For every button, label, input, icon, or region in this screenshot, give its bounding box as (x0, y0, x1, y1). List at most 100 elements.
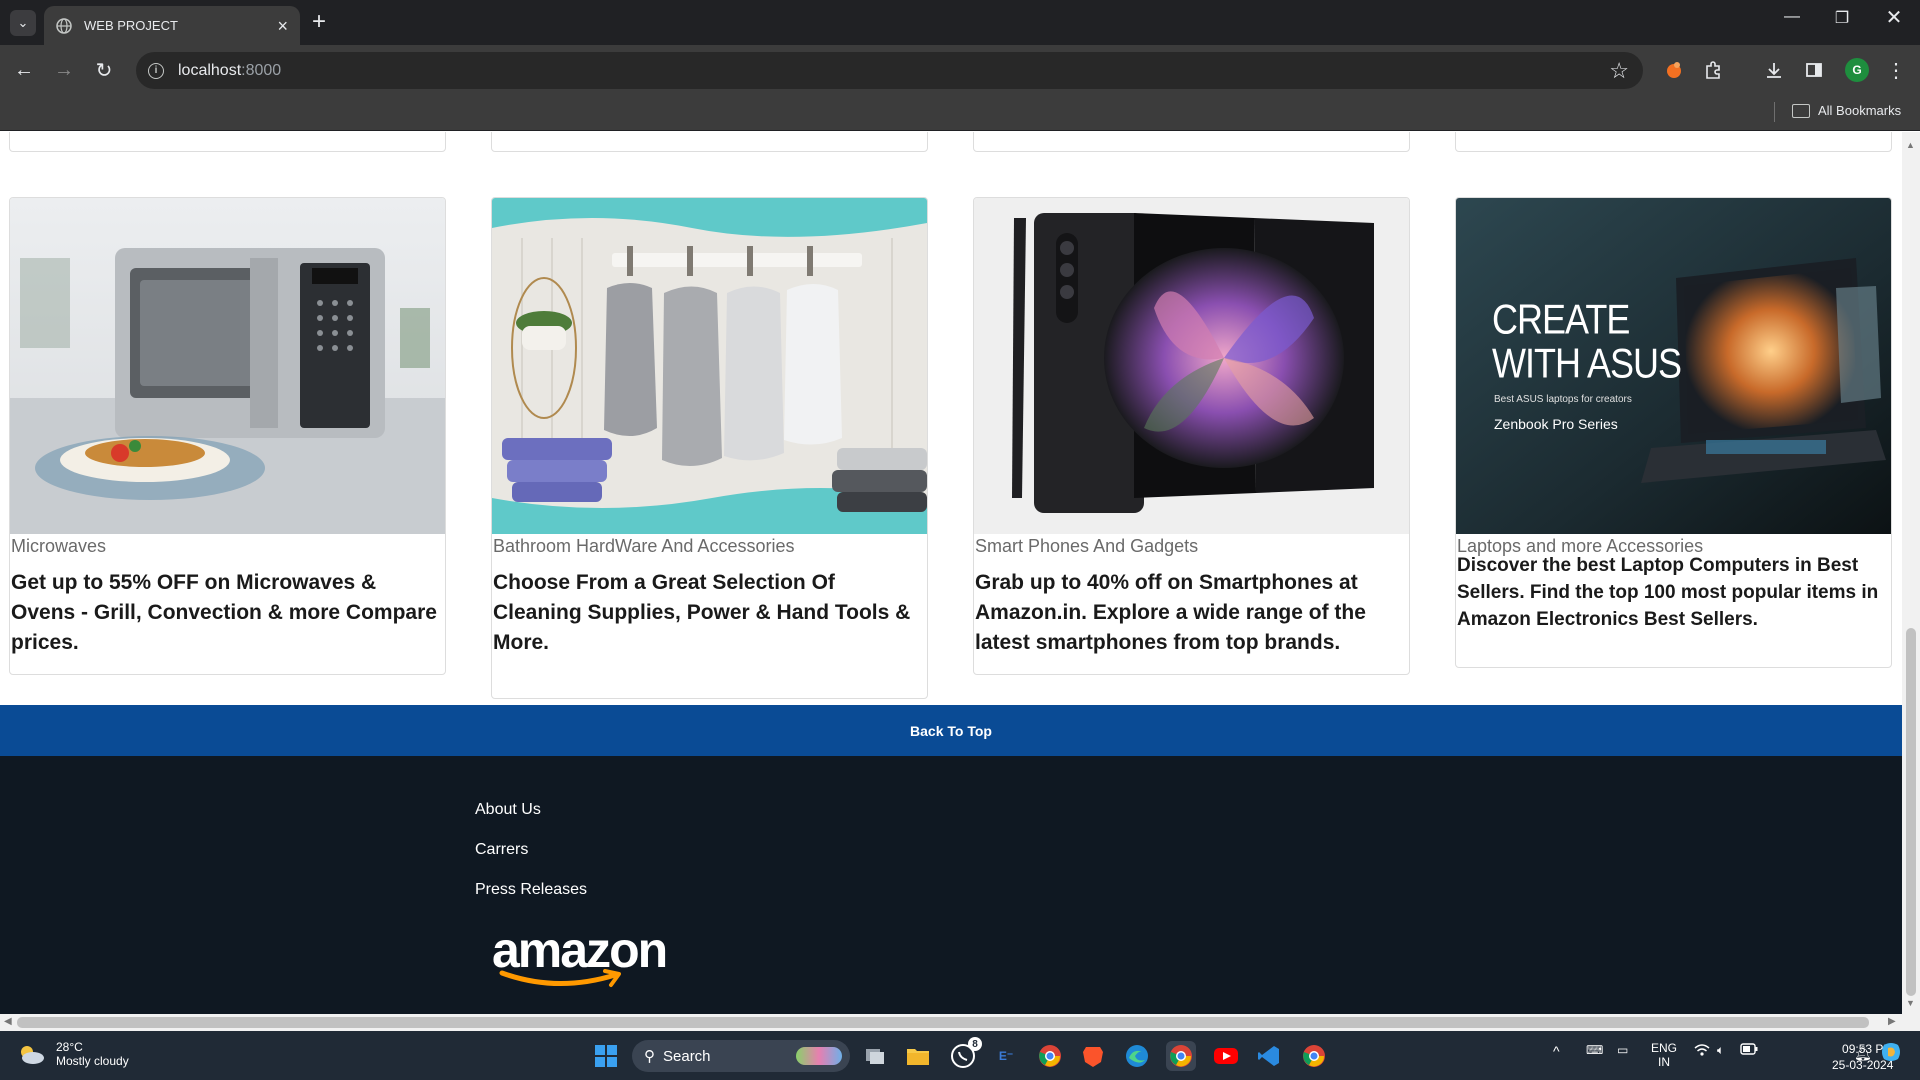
whatsapp-badge: 8 (968, 1037, 982, 1051)
footer: About Us Carrers Press Releases amazon (0, 756, 1902, 1014)
url-host: localhost (178, 61, 242, 79)
page-viewport: Microwaves Get up to 55% OFF on Microwav… (0, 132, 1902, 1014)
asus-laptop-image: CREATE WITH ASUS Best ASUS laptops for c… (1456, 198, 1891, 534)
product-description: Choose From a Great Selection Of Cleanin… (493, 571, 911, 654)
asus-subtitle: Best ASUS laptops for creators (1494, 394, 1632, 405)
profile-avatar[interactable]: G (1845, 58, 1869, 82)
foldable-phone-image (974, 198, 1409, 534)
youtube-icon[interactable] (1211, 1041, 1241, 1071)
all-bookmarks-label: All Bookmarks (1818, 103, 1902, 118)
outlook-icon[interactable]: E⁻ (991, 1041, 1021, 1071)
new-tab-button[interactable]: + (312, 9, 326, 35)
asus-headline-1: CREATE (1492, 295, 1630, 343)
copilot-icon[interactable] (1880, 1041, 1902, 1066)
previous-card (9, 132, 446, 152)
product-description: Get up to 55% OFF on Microwaves & Ovens … (11, 571, 437, 654)
tab-search-button[interactable]: ⌄ (10, 10, 36, 36)
browser-tab[interactable]: WEB PROJECT × (44, 6, 300, 45)
chrome-active-icon[interactable] (1166, 1041, 1196, 1071)
edge-icon[interactable] (1122, 1041, 1152, 1071)
download-icon[interactable] (1761, 57, 1787, 83)
scroll-up-icon[interactable]: ▲ (1906, 140, 1915, 150)
volume-icon[interactable]: 🔈︎ (1717, 1043, 1724, 1058)
side-panel-icon[interactable] (1801, 57, 1827, 83)
previous-card (973, 132, 1410, 152)
product-card-bathroom[interactable]: Bathroom HardWare And Accessories Choose… (491, 197, 928, 699)
cloudy-weather-icon (21, 1046, 44, 1064)
tab-strip: ⌄ WEB PROJECT × + — ❐ ✕ (0, 0, 1920, 45)
close-tab-icon[interactable]: × (277, 17, 288, 35)
microwave-image (10, 198, 445, 534)
all-bookmarks-button[interactable]: All Bookmarks (1792, 103, 1901, 118)
site-info-icon[interactable]: i (148, 62, 164, 79)
weather-condition: Mostly cloudy (56, 1054, 129, 1068)
footer-link-about-us[interactable]: About Us (475, 801, 541, 819)
task-view-icon[interactable] (860, 1041, 890, 1071)
vscode-icon[interactable] (1254, 1041, 1284, 1071)
footer-link-carrers[interactable]: Carrers (475, 841, 528, 859)
forward-button[interactable]: → (51, 57, 77, 83)
product-card-microwaves[interactable]: Microwaves Get up to 55% OFF on Microwav… (9, 197, 446, 675)
whatsapp-icon[interactable]: 8 (948, 1037, 982, 1071)
windows-taskbar: 28°C Mostly cloudy ⚲ Search 8 E⁻ ^ ⌨ ▭ E… (0, 1031, 1920, 1080)
battery-icon[interactable] (1740, 1043, 1758, 1058)
reload-button[interactable]: ↻ (91, 57, 117, 83)
product-card-laptops[interactable]: CREATE WITH ASUS Best ASUS laptops for c… (1455, 197, 1892, 668)
close-window-button[interactable]: ✕ (1879, 5, 1909, 30)
amazon-smile-icon (499, 969, 621, 987)
weather-widget[interactable]: 28°C Mostly cloudy (16, 1040, 129, 1068)
product-description: Discover the best Laptop Computers in Be… (1457, 555, 1879, 630)
keyboard-icon[interactable]: ⌨ (1586, 1043, 1603, 1057)
previous-card (1455, 132, 1892, 152)
scroll-right-icon[interactable]: ▶ (1888, 1016, 1896, 1027)
scroll-down-icon[interactable]: ▼ (1906, 998, 1915, 1008)
restore-button[interactable]: ❐ (1827, 8, 1857, 28)
url-port: :8000 (241, 61, 282, 79)
taskbar-search-label: Search (663, 1047, 711, 1065)
search-highlight-icon (796, 1047, 842, 1065)
bookmarks-separator (1774, 102, 1775, 122)
back-button[interactable]: ← (11, 57, 37, 83)
wifi-icon[interactable] (1694, 1043, 1710, 1060)
horizontal-scrollbar[interactable]: ◀ ▶ (0, 1014, 1920, 1031)
notification-bell-icon[interactable]: 🔔︎ (1854, 1045, 1872, 1062)
brave-icon[interactable] (1078, 1041, 1108, 1071)
address-bar[interactable]: i localhost :8000 ☆ (136, 52, 1643, 89)
extension-icon[interactable] (1661, 57, 1687, 83)
extensions-puzzle-icon[interactable] (1701, 57, 1727, 83)
previous-card (491, 132, 928, 152)
chrome-icon[interactable] (1035, 1041, 1065, 1071)
amazon-logo[interactable]: amazon (17, 924, 668, 987)
taskbar-search[interactable]: ⚲ Search (632, 1040, 850, 1072)
horizontal-scroll-thumb[interactable] (17, 1017, 1869, 1028)
display-icon[interactable]: ▭ (1617, 1043, 1628, 1057)
folder-icon (1792, 103, 1810, 118)
chevron-up-icon[interactable]: ^ (1553, 1043, 1560, 1059)
product-description: Grab up to 40% off on Smartphones at Ama… (975, 571, 1366, 654)
vertical-scroll-thumb[interactable] (1906, 628, 1916, 996)
chevron-down-icon: ⌄ (17, 15, 29, 30)
tab-title: WEB PROJECT (84, 18, 178, 33)
file-explorer-icon[interactable] (903, 1041, 933, 1071)
region-code: IN (1658, 1055, 1670, 1069)
chrome-profile-icon[interactable] (1299, 1041, 1329, 1071)
windows-start-icon[interactable] (591, 1041, 621, 1071)
product-category: Microwaves (11, 536, 107, 556)
scroll-left-icon[interactable]: ◀ (4, 1016, 12, 1027)
weather-temperature: 28°C (56, 1040, 83, 1054)
vertical-scrollbar[interactable]: ▲ ▼ (1902, 132, 1920, 1014)
product-card-smartphones[interactable]: Smart Phones And Gadgets Grab up to 40% … (973, 197, 1410, 675)
globe-icon (56, 17, 72, 34)
bathroom-towels-image (492, 198, 927, 534)
footer-link-press-releases[interactable]: Press Releases (475, 881, 587, 899)
bookmark-star-icon[interactable]: ☆ (1609, 58, 1629, 84)
bookmarks-bar: All Bookmarks (0, 96, 1920, 131)
more-menu-icon[interactable]: ⋮ (1883, 57, 1909, 83)
search-icon: ⚲ (644, 1048, 655, 1065)
back-to-top-button[interactable]: Back To Top (0, 705, 1902, 756)
language-indicator[interactable]: ENG IN (1651, 1041, 1677, 1069)
browser-toolbar: ← → ↻ i localhost :8000 ☆ G ⋮ (0, 45, 1920, 96)
asus-series: Zenbook Pro Series (1494, 416, 1618, 432)
product-category: Bathroom HardWare And Accessories (493, 536, 795, 556)
minimize-button[interactable]: — (1777, 8, 1807, 26)
